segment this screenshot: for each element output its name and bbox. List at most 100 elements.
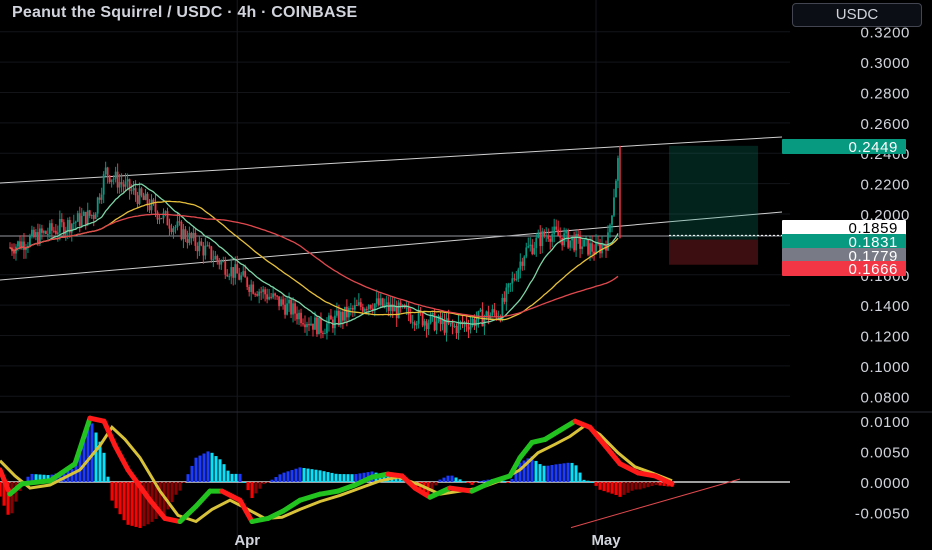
candle-body: [300, 312, 302, 324]
candle-body: [351, 308, 354, 310]
candle-body: [138, 188, 141, 204]
candle-body: [559, 235, 562, 238]
candle-body: [361, 306, 364, 312]
candle-body: [218, 260, 221, 265]
macd-histogram-bar: [314, 469, 318, 482]
macd-histogram-bar: [638, 482, 642, 490]
chart-canvas[interactable]: 0.32000.30000.28000.26000.24000.22000.20…: [0, 0, 932, 550]
candle-body: [413, 322, 416, 326]
candle-body: [353, 305, 356, 310]
candle-body: [555, 226, 558, 230]
candle-body: [567, 230, 570, 248]
candle-body: [613, 197, 615, 216]
candle-body: [288, 299, 290, 304]
macd-histogram-bar: [194, 457, 198, 482]
macd-histogram-bar: [190, 465, 194, 482]
candle-body: [42, 231, 45, 233]
candle-body: [272, 293, 275, 298]
macd-histogram-bar: [626, 482, 630, 493]
candle-body: [355, 305, 358, 307]
candle-body: [39, 228, 41, 244]
candle-body: [270, 296, 273, 298]
macd-histogram-bar: [126, 482, 130, 525]
candle-body: [70, 223, 73, 233]
macd-histogram-bar: [182, 482, 186, 483]
macd-histogram-bar: [574, 465, 578, 482]
candle-body: [306, 323, 308, 328]
candle-body: [140, 188, 143, 196]
candle-body: [318, 317, 320, 335]
candle-body: [92, 215, 95, 219]
candle-body: [535, 237, 538, 249]
macd-histogram-bar: [334, 473, 338, 482]
macd-tick-label: 0.0100: [861, 414, 910, 431]
candle-body: [543, 231, 546, 237]
macd-histogram-bar: [178, 482, 182, 491]
candle-body: [583, 239, 585, 247]
macd-histogram-bar: [458, 479, 462, 482]
macd-histogram-bar: [586, 480, 590, 482]
macd-histogram-bar: [106, 476, 110, 482]
macd-histogram-bar: [478, 480, 482, 482]
macd-histogram-bar: [338, 474, 342, 482]
macd-histogram-bar: [330, 472, 334, 482]
macd-histogram-bar: [266, 482, 270, 483]
candle-body: [617, 158, 619, 181]
candle-body: [615, 180, 617, 198]
candle-body: [302, 323, 304, 325]
candle-body: [284, 304, 286, 315]
candle-body: [322, 332, 324, 334]
candle-body: [367, 305, 370, 310]
candle-body: [176, 221, 179, 227]
candle-body: [431, 313, 434, 315]
candle-body: [178, 221, 181, 223]
candle-body: [266, 294, 269, 300]
macd-histogram-bar: [518, 462, 522, 482]
candle-body: [33, 229, 35, 238]
candle-body: [381, 298, 384, 307]
candle-body: [172, 227, 175, 233]
candle-body: [455, 325, 458, 334]
candle-body: [264, 289, 267, 295]
candle-body: [326, 323, 328, 334]
candle-body: [551, 234, 554, 242]
candle-body: [60, 218, 63, 223]
candle-body: [29, 236, 31, 246]
candle-body: [274, 293, 277, 296]
macd-histogram-bar: [170, 482, 174, 503]
macd-line-segment: [317, 488, 341, 497]
candle-body: [405, 307, 408, 309]
candle-body: [13, 251, 15, 254]
candle-body: [102, 174, 105, 195]
candle-body: [521, 261, 524, 266]
macd-tick-label: -0.0050: [855, 505, 910, 522]
candle-body: [509, 283, 512, 285]
macd-histogram-bar: [214, 456, 218, 482]
candle-body: [377, 298, 380, 306]
candle-body: [54, 230, 57, 234]
macd-histogram-bar: [442, 477, 446, 482]
candle-body: [443, 320, 446, 333]
macd-line-segment: [635, 470, 658, 479]
candle-body: [545, 235, 548, 237]
candle-body: [308, 323, 310, 326]
position-tool[interactable]: [669, 145, 758, 265]
macd-histogram-bar: [230, 473, 234, 482]
candle-body: [336, 310, 338, 316]
currency-button[interactable]: USDC: [792, 3, 922, 27]
macd-histogram-bar: [326, 472, 330, 482]
candle-body: [347, 308, 350, 318]
candle-body: [280, 299, 282, 307]
candle-body: [511, 278, 514, 284]
candle-body: [162, 212, 165, 219]
candle-body: [184, 229, 187, 240]
candle-body: [150, 199, 153, 211]
candle-body: [66, 220, 69, 231]
macd-histogram-bar: [186, 474, 190, 482]
candle-body: [363, 308, 366, 312]
price-tick-label: 0.3000: [861, 55, 910, 72]
macd-histogram-bar: [470, 482, 474, 485]
macd-histogram-bar: [350, 474, 354, 482]
macd-histogram-bar: [0, 482, 2, 497]
candle-body: [591, 243, 593, 252]
